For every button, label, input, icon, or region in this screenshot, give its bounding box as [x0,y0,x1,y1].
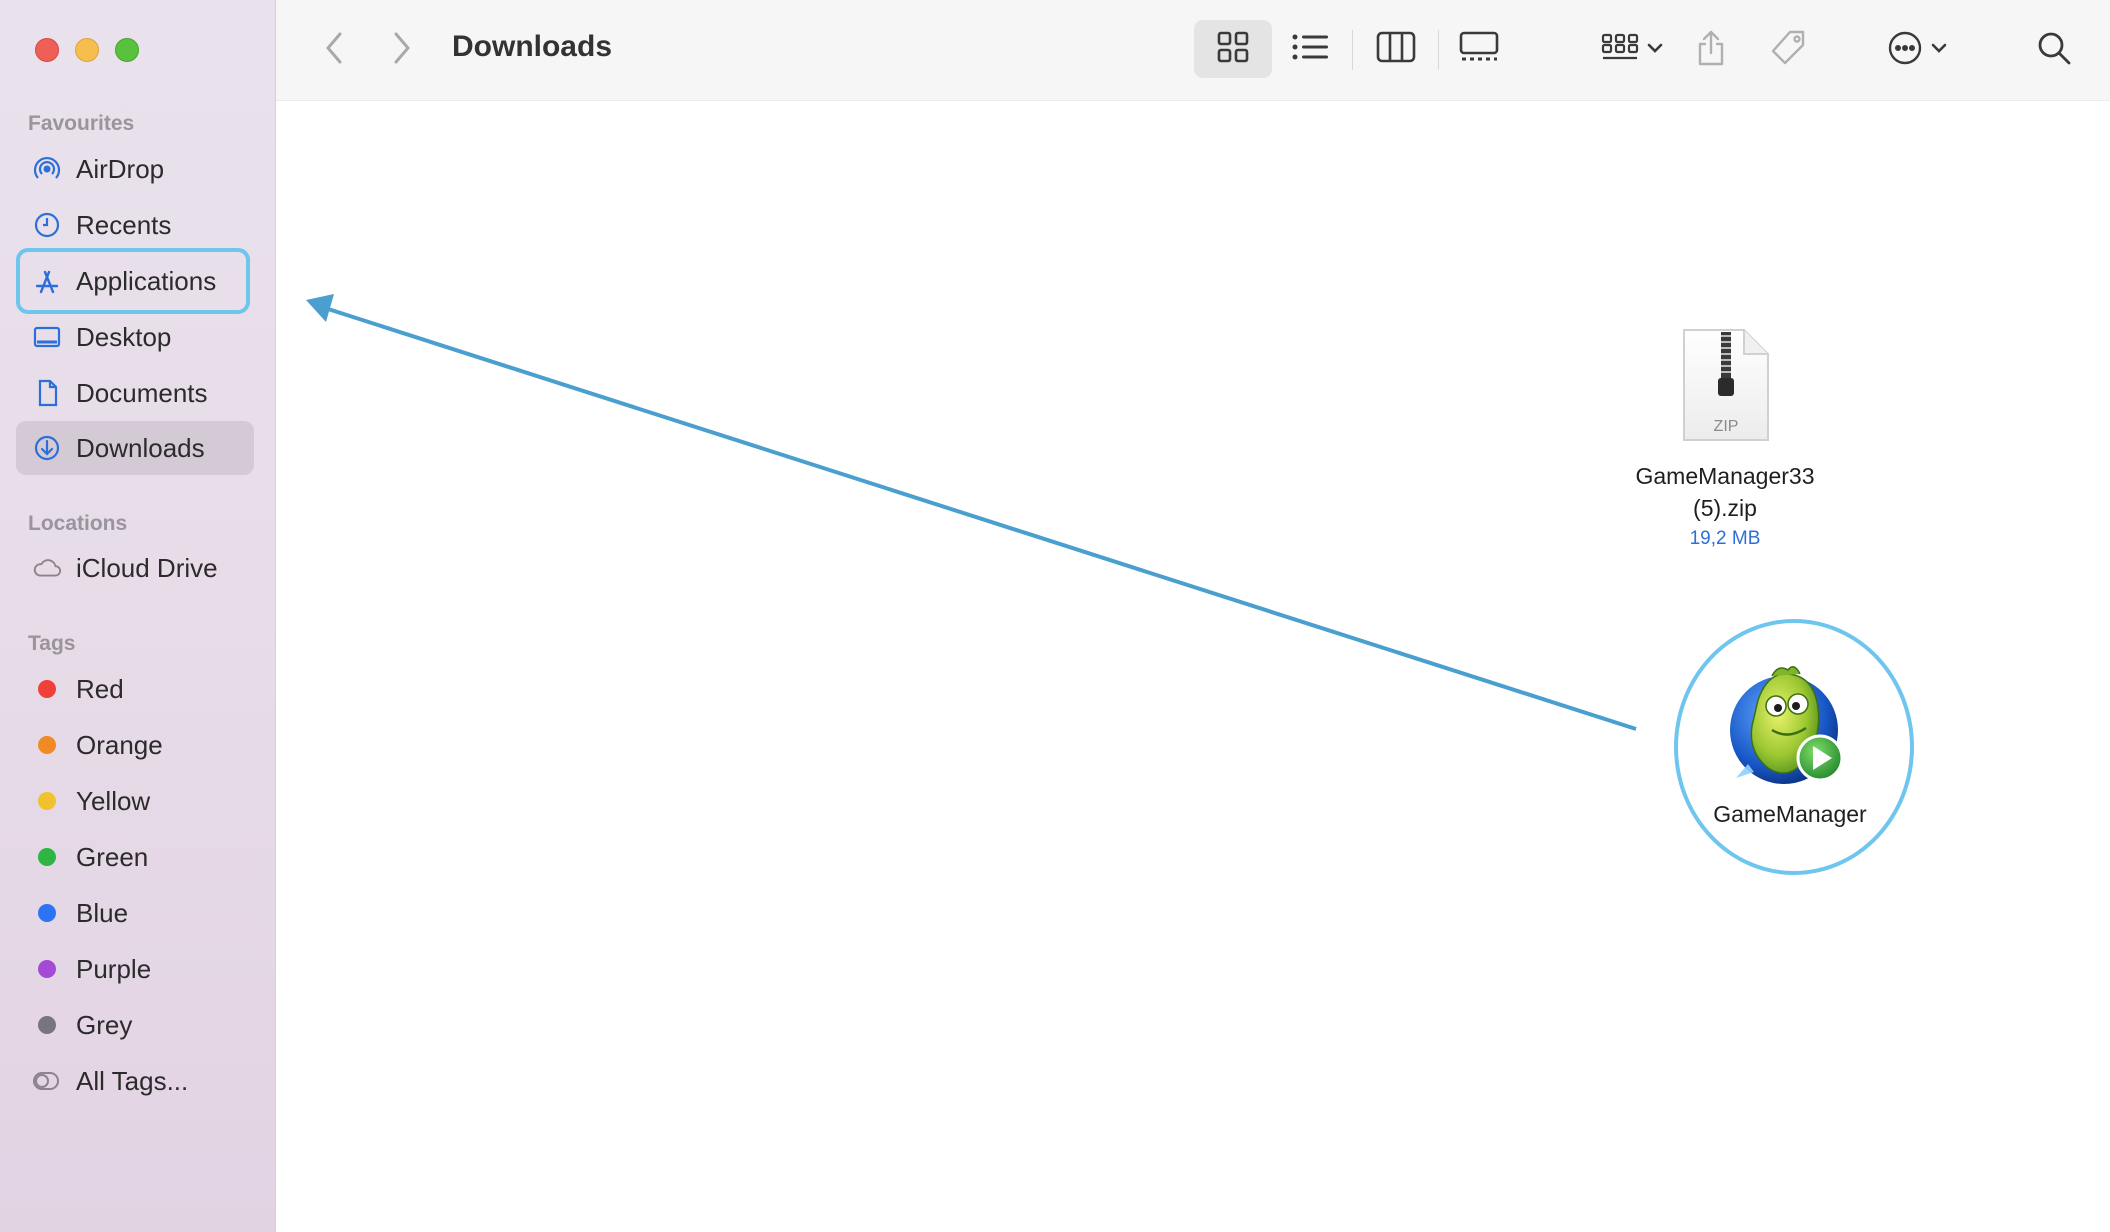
drag-arrow [306,294,1637,731]
